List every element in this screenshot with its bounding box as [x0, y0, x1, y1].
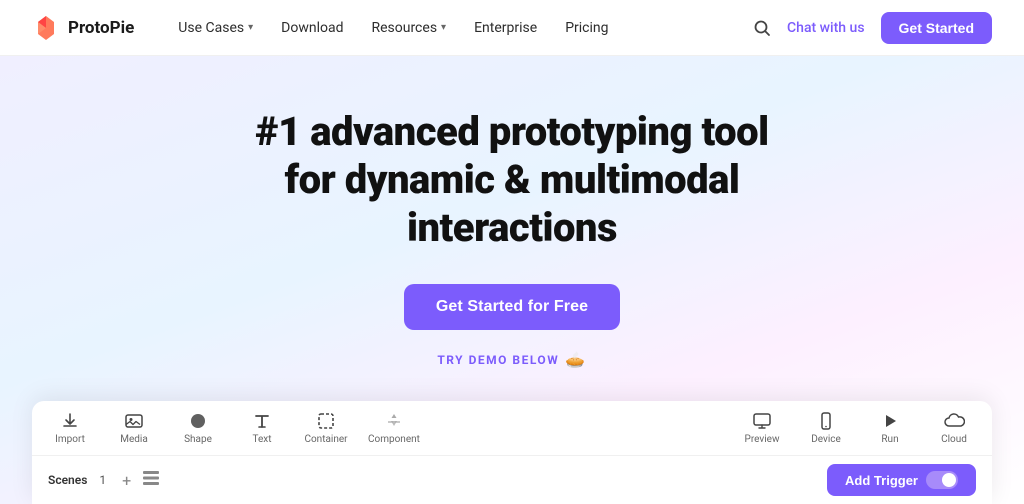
- toolbar-container[interactable]: Container: [304, 411, 348, 445]
- shape-icon: [188, 411, 208, 431]
- scenes-count: 1: [99, 473, 106, 487]
- get-started-button[interactable]: Get Started: [881, 12, 992, 44]
- search-icon: [753, 19, 771, 37]
- logo[interactable]: ProtoPie: [32, 14, 134, 42]
- text-icon: [252, 411, 272, 431]
- demo-bottom-bar: Scenes 1 + Add Trigger: [32, 456, 992, 504]
- search-button[interactable]: [753, 19, 771, 37]
- add-trigger-button[interactable]: Add Trigger: [827, 464, 976, 496]
- toolbar-left: Import Media Shape: [48, 411, 740, 445]
- nav-right: Chat with us Get Started: [753, 12, 992, 44]
- preview-icon: [752, 411, 772, 431]
- container-icon: [316, 411, 336, 431]
- toolbar-cloud[interactable]: Cloud: [932, 411, 976, 445]
- toggle-switch[interactable]: [926, 471, 958, 489]
- navbar: ProtoPie Use Cases ▾ Download Resources …: [0, 0, 1024, 56]
- chevron-down-icon-resources: ▾: [441, 22, 446, 33]
- nav-links: Use Cases ▾ Download Resources ▾ Enterpr…: [166, 14, 753, 42]
- component-icon: [384, 411, 404, 431]
- pie-emoji-icon: 🥧: [565, 350, 586, 369]
- nav-item-enterprise[interactable]: Enterprise: [462, 14, 549, 42]
- demo-bar: Import Media Shape: [32, 401, 992, 504]
- toolbar-run[interactable]: Run: [868, 411, 912, 445]
- toolbar-device[interactable]: Device: [804, 411, 848, 445]
- nav-item-use-cases[interactable]: Use Cases ▾: [166, 14, 265, 42]
- hero-section: #1 advanced prototyping tool for dynamic…: [0, 56, 1024, 504]
- toolbar-shape[interactable]: Shape: [176, 411, 220, 445]
- run-icon: [880, 411, 900, 431]
- import-icon: [60, 411, 80, 431]
- hero-title: #1 advanced prototyping tool for dynamic…: [255, 108, 768, 252]
- toolbar-text[interactable]: Text: [240, 411, 284, 445]
- toolbar-preview[interactable]: Preview: [740, 411, 784, 445]
- nav-item-resources[interactable]: Resources ▾: [359, 14, 458, 42]
- demo-toolbar: Import Media Shape: [32, 401, 992, 456]
- hero-cta-button[interactable]: Get Started for Free: [404, 284, 620, 330]
- try-demo-label: TRY DEMO BELOW 🥧: [437, 350, 586, 369]
- scene-list-icon[interactable]: [143, 471, 159, 489]
- toolbar-import[interactable]: Import: [48, 411, 92, 445]
- scene-add-button[interactable]: +: [122, 471, 131, 490]
- chat-with-us-button[interactable]: Chat with us: [787, 20, 864, 36]
- nav-item-download[interactable]: Download: [269, 14, 355, 42]
- toolbar-right: Preview Device Run: [740, 411, 976, 445]
- device-icon: [816, 411, 836, 431]
- media-icon: [124, 411, 144, 431]
- toolbar-component[interactable]: Component: [368, 411, 420, 445]
- cloud-icon: [943, 411, 965, 431]
- nav-item-pricing[interactable]: Pricing: [553, 14, 620, 42]
- logo-text: ProtoPie: [68, 18, 134, 38]
- logo-icon: [32, 14, 60, 42]
- scenes-label: Scenes: [48, 473, 87, 487]
- toolbar-media[interactable]: Media: [112, 411, 156, 445]
- chevron-down-icon: ▾: [248, 22, 253, 33]
